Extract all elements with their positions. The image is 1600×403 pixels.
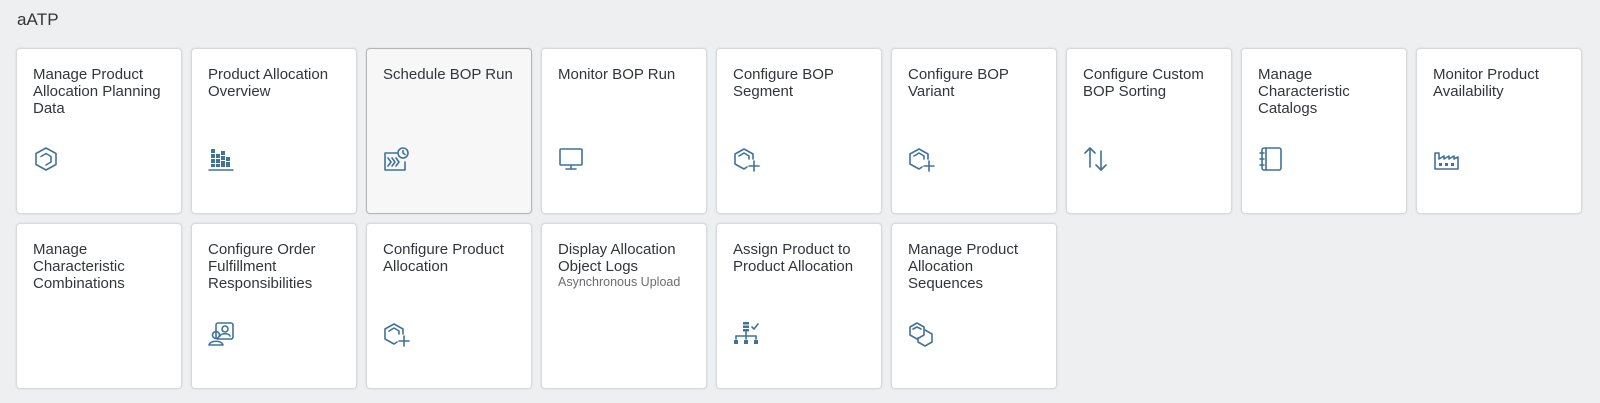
tile-title: Manage Product Allocation Planning Data <box>33 66 161 117</box>
tile-title: Configure Product Allocation <box>383 241 504 275</box>
notebook-icon <box>1257 145 1285 173</box>
sort-arrows-icon <box>1082 145 1110 173</box>
factory-icon <box>1432 145 1460 173</box>
bar-chart-icon <box>207 145 235 173</box>
tile-title: Schedule BOP Run <box>383 66 513 83</box>
tile-title: Monitor Product Availability <box>1433 66 1539 100</box>
tile-title: Configure BOP Variant <box>908 66 1009 100</box>
tile-title: Monitor BOP Run <box>558 66 676 83</box>
user-group-icon <box>207 320 235 348</box>
tile-configure-product-allocation[interactable]: Configure Product Allocation <box>366 223 532 389</box>
tile-display-allocation-object-logs[interactable]: Display Allocation Object Logs Asynchron… <box>541 223 707 389</box>
tile-monitor-product-availability[interactable]: Monitor Product Availability <box>1416 48 1582 214</box>
tile-monitor-bop-run[interactable]: Monitor BOP Run <box>541 48 707 214</box>
tile-title: Display Allocation Object Logs <box>558 241 676 275</box>
add-product-icon <box>382 320 410 348</box>
tile-configure-bop-variant[interactable]: Configure BOP Variant <box>891 48 1057 214</box>
tile-manage-characteristic-catalogs[interactable]: Manage Characteristic Catalogs <box>1241 48 1407 214</box>
scheduled-run-icon <box>382 145 410 173</box>
tile-schedule-bop-run[interactable]: Schedule BOP Run <box>366 48 532 214</box>
tile-assign-product-to-product-allocation[interactable]: Assign Product to Product Allocation <box>716 223 882 389</box>
add-product-icon <box>907 145 935 173</box>
hierarchy-icon <box>732 320 760 348</box>
tile-title: Manage Characteristic Catalogs <box>1258 66 1350 117</box>
tile-manage-product-allocation-planning-data[interactable]: Manage Product Allocation Planning Data <box>16 48 182 214</box>
tile-subtitle: Asynchronous Upload <box>558 275 681 289</box>
tile-title: Manage Characteristic Combinations <box>33 241 125 292</box>
tile-title: Product Allocation Overview <box>208 66 329 100</box>
tile-title: Configure Order Fulfillment Responsibili… <box>208 241 316 292</box>
tile-product-allocation-overview[interactable]: Product Allocation Overview <box>191 48 357 214</box>
tile-title: Assign Product to Product Allocation <box>733 241 854 275</box>
group-title: aATP <box>17 10 59 29</box>
add-product-icon <box>732 145 760 173</box>
tile-configure-custom-bop-sorting[interactable]: Configure Custom BOP Sorting <box>1066 48 1232 214</box>
tile-manage-product-allocation-sequences[interactable]: Manage Product Allocation Sequences <box>891 223 1057 389</box>
linked-cubes-icon <box>907 320 935 348</box>
monitor-icon <box>557 145 585 173</box>
tile-title: Manage Product Allocation Sequences <box>908 241 1019 292</box>
tile-title: Configure Custom BOP Sorting <box>1083 66 1204 100</box>
tile-title: Configure BOP Segment <box>733 66 834 100</box>
tile-manage-characteristic-combinations[interactable]: Manage Characteristic Combinations <box>16 223 182 389</box>
tile-configure-bop-segment[interactable]: Configure BOP Segment <box>716 48 882 214</box>
tile-configure-order-fulfillment-responsibilities[interactable]: Configure Order Fulfillment Responsibili… <box>191 223 357 389</box>
product-cube-icon <box>32 145 60 173</box>
